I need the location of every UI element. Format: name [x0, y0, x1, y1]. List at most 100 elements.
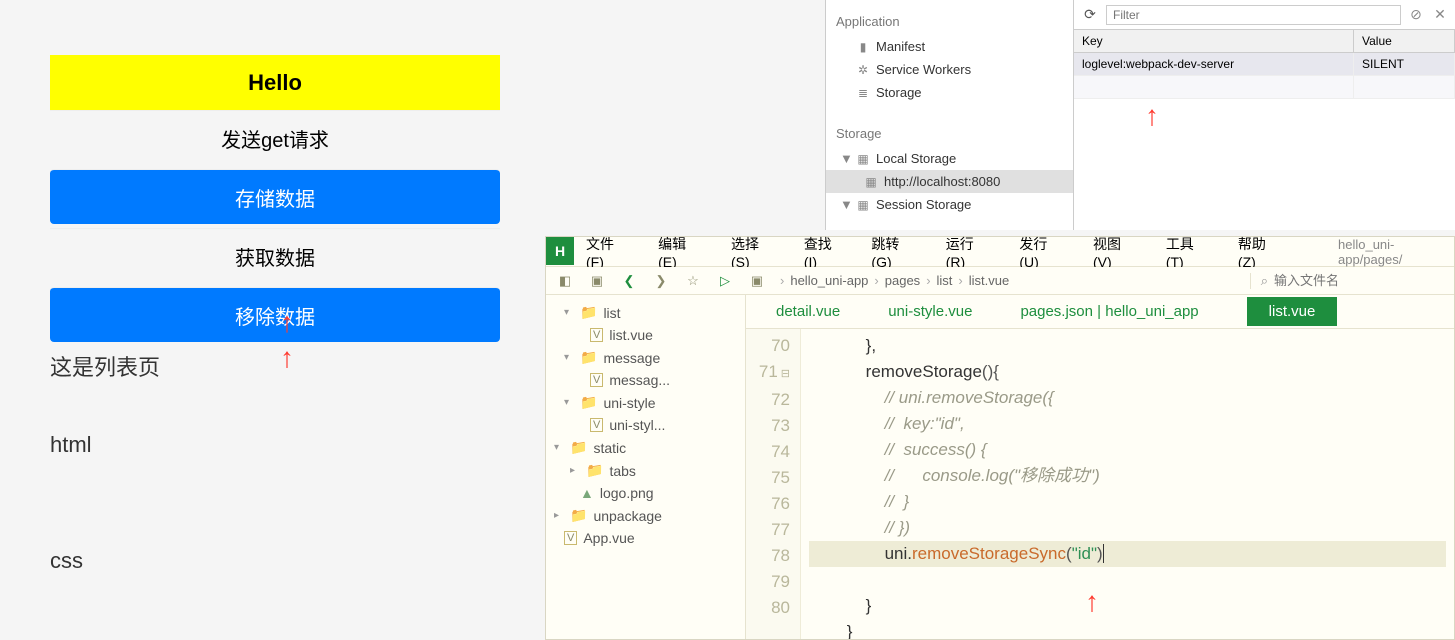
- panel-icon[interactable]: ◧: [556, 273, 574, 289]
- crumb-file[interactable]: list.vue: [969, 273, 1009, 288]
- grid-icon: ▦: [856, 152, 870, 166]
- menu-run[interactable]: 运行(R): [946, 234, 992, 270]
- file-list-vue[interactable]: Vlist.vue: [550, 324, 741, 346]
- tab-uni-style-vue[interactable]: uni-style.vue: [888, 303, 972, 320]
- editor-pane: detail.vue uni-style.vue pages.json | he…: [746, 295, 1454, 639]
- file-search: ⌕: [1250, 273, 1444, 289]
- label: tabs: [609, 463, 635, 479]
- tree-localhost-8080[interactable]: ▦ http://localhost:8080: [826, 170, 1073, 193]
- editor-tabs: detail.vue uni-style.vue pages.json | he…: [746, 295, 1454, 329]
- devtools-main: ⟳ ⊘ ✕ Key Value loglevel:webpack-dev-ser…: [1074, 0, 1455, 230]
- label: Service Workers: [876, 62, 971, 77]
- folder-list[interactable]: ▾📁list: [550, 301, 741, 324]
- crumb-pages[interactable]: pages: [885, 273, 920, 288]
- folder-icon: 📁: [580, 349, 597, 366]
- btn-get-request[interactable]: 发送get请求: [50, 110, 500, 165]
- label: logo.png: [600, 485, 654, 501]
- menu-edit[interactable]: 编辑(E): [658, 234, 703, 270]
- gutter: 70 71⊟ 7273 7475 7677 7879 80: [746, 329, 801, 639]
- label: uni-styl...: [609, 417, 665, 433]
- app-title-bar: Hello: [50, 55, 500, 110]
- refresh-button[interactable]: ⟳: [1080, 5, 1100, 25]
- folder-unpackage[interactable]: ▸📁unpackage: [550, 504, 741, 527]
- menu-find[interactable]: 查找(I): [804, 234, 844, 270]
- file-uni-style-vue[interactable]: Vuni-styl...: [550, 414, 741, 436]
- sidebar-item-manifest[interactable]: ▮Manifest: [826, 35, 1073, 58]
- label: App.vue: [583, 530, 634, 546]
- toolbar: ◧ ▣ ❮ ❯ ☆ ▷ ▣ ›hello_uni-app ›pages ›lis…: [546, 267, 1454, 295]
- grid-icon: ▦: [856, 198, 870, 212]
- menu-goto[interactable]: 跳转(G): [871, 234, 917, 270]
- save-icon[interactable]: ▣: [588, 273, 606, 289]
- code-editor[interactable]: 70 71⊟ 7273 7475 7677 7879 80 }, removeS…: [746, 329, 1454, 639]
- menu-publish[interactable]: 发行(U): [1019, 234, 1065, 270]
- section-storage: Storage: [826, 120, 1073, 147]
- nav-back-icon[interactable]: ❮: [620, 273, 638, 289]
- sidebar-item-service-workers[interactable]: ✲Service Workers: [826, 58, 1073, 81]
- tree-local-storage[interactable]: ▼▦Local Storage: [826, 147, 1073, 170]
- nav-forward-icon[interactable]: ❯: [652, 273, 670, 289]
- kv-row-empty[interactable]: [1074, 76, 1455, 99]
- folder-icon: 📁: [580, 394, 597, 411]
- menu-tool[interactable]: 工具(T): [1166, 234, 1210, 270]
- vue-icon: V: [590, 418, 603, 432]
- label: Storage: [876, 85, 922, 100]
- filter-input[interactable]: [1106, 5, 1401, 25]
- crumb-list[interactable]: list: [937, 273, 953, 288]
- folder-icon: 📁: [580, 304, 597, 321]
- folder-icon: 📁: [570, 507, 587, 524]
- vue-icon: V: [564, 531, 577, 545]
- vue-icon: V: [590, 373, 603, 387]
- file-logo-png[interactable]: ▲logo.png: [550, 482, 741, 504]
- close-icon[interactable]: ✕: [1431, 6, 1449, 23]
- text-css: css: [50, 548, 500, 574]
- btn-store-data[interactable]: 存储数据: [50, 169, 500, 224]
- menu-view[interactable]: 视图(V): [1093, 234, 1138, 270]
- file-app-vue[interactable]: V App.vue: [550, 527, 741, 549]
- menubar: 文件(F) 编辑(E) 选择(S) 查找(I) 跳转(G) 运行(R) 发行(U…: [546, 237, 1454, 267]
- database-icon: ≣: [856, 86, 870, 100]
- kv-row[interactable]: loglevel:webpack-dev-server SILENT: [1074, 53, 1455, 76]
- folder-icon: 📁: [570, 439, 587, 456]
- tab-detail-vue[interactable]: detail.vue: [776, 303, 840, 320]
- code-content[interactable]: }, removeStorage(){ // uni.removeStorage…: [801, 329, 1454, 639]
- label: http://localhost:8080: [884, 174, 1000, 189]
- devtools-sidebar: Application ▮Manifest ✲Service Workers ≣…: [826, 0, 1074, 230]
- folder-icon: 📁: [586, 462, 603, 479]
- btn-remove-data[interactable]: 移除数据: [50, 287, 500, 342]
- file-tree: ▾📁list Vlist.vue ▾📁message Vmessag... ▾📁…: [546, 295, 746, 639]
- file-icon: ▮: [856, 40, 870, 54]
- menu-file[interactable]: 文件(F): [586, 234, 630, 270]
- search-icon: ⌕: [1261, 273, 1268, 289]
- col-key[interactable]: Key: [1074, 30, 1354, 52]
- label: uni-style: [603, 395, 655, 411]
- folder-static[interactable]: ▾📁static: [550, 436, 741, 459]
- star-icon[interactable]: ☆: [684, 273, 702, 289]
- crumb-project[interactable]: hello_uni-app: [790, 273, 868, 288]
- col-value[interactable]: Value: [1354, 30, 1455, 52]
- kv-key: loglevel:webpack-dev-server: [1074, 53, 1354, 75]
- btn-fetch-data[interactable]: 获取数据: [50, 228, 500, 283]
- tab-pages-json[interactable]: pages.json | hello_uni_app: [1020, 303, 1198, 320]
- folder-uni-style[interactable]: ▾📁uni-style: [550, 391, 741, 414]
- kv-table-header: Key Value: [1074, 30, 1455, 53]
- sidebar-item-storage[interactable]: ≣ Storage: [826, 81, 1073, 104]
- breadcrumb: ›hello_uni-app ›pages ›list ›list.vue: [780, 273, 1009, 288]
- tree-session-storage[interactable]: ▼▦Session Storage: [826, 193, 1073, 216]
- folder-message[interactable]: ▾📁message: [550, 346, 741, 369]
- file-search-input[interactable]: [1274, 273, 1444, 288]
- grid-icon: ▦: [864, 175, 878, 189]
- menu-help[interactable]: 帮助(Z): [1238, 234, 1282, 270]
- text-html: html: [50, 432, 500, 458]
- block-icon[interactable]: ⊘: [1407, 6, 1425, 23]
- file-message-vue[interactable]: Vmessag...: [550, 369, 741, 391]
- run-icon[interactable]: ▷: [716, 273, 734, 289]
- menu-select[interactable]: 选择(S): [731, 234, 776, 270]
- label: static: [593, 440, 626, 456]
- label: messag...: [609, 372, 670, 388]
- ide-window: H 文件(F) 编辑(E) 选择(S) 查找(I) 跳转(G) 运行(R) 发行…: [545, 236, 1455, 640]
- tab-list-vue[interactable]: list.vue: [1247, 297, 1338, 326]
- app-icon[interactable]: ▣: [748, 273, 766, 289]
- folder-tabs[interactable]: ▸📁tabs: [550, 459, 741, 482]
- section-application: Application: [826, 8, 1073, 35]
